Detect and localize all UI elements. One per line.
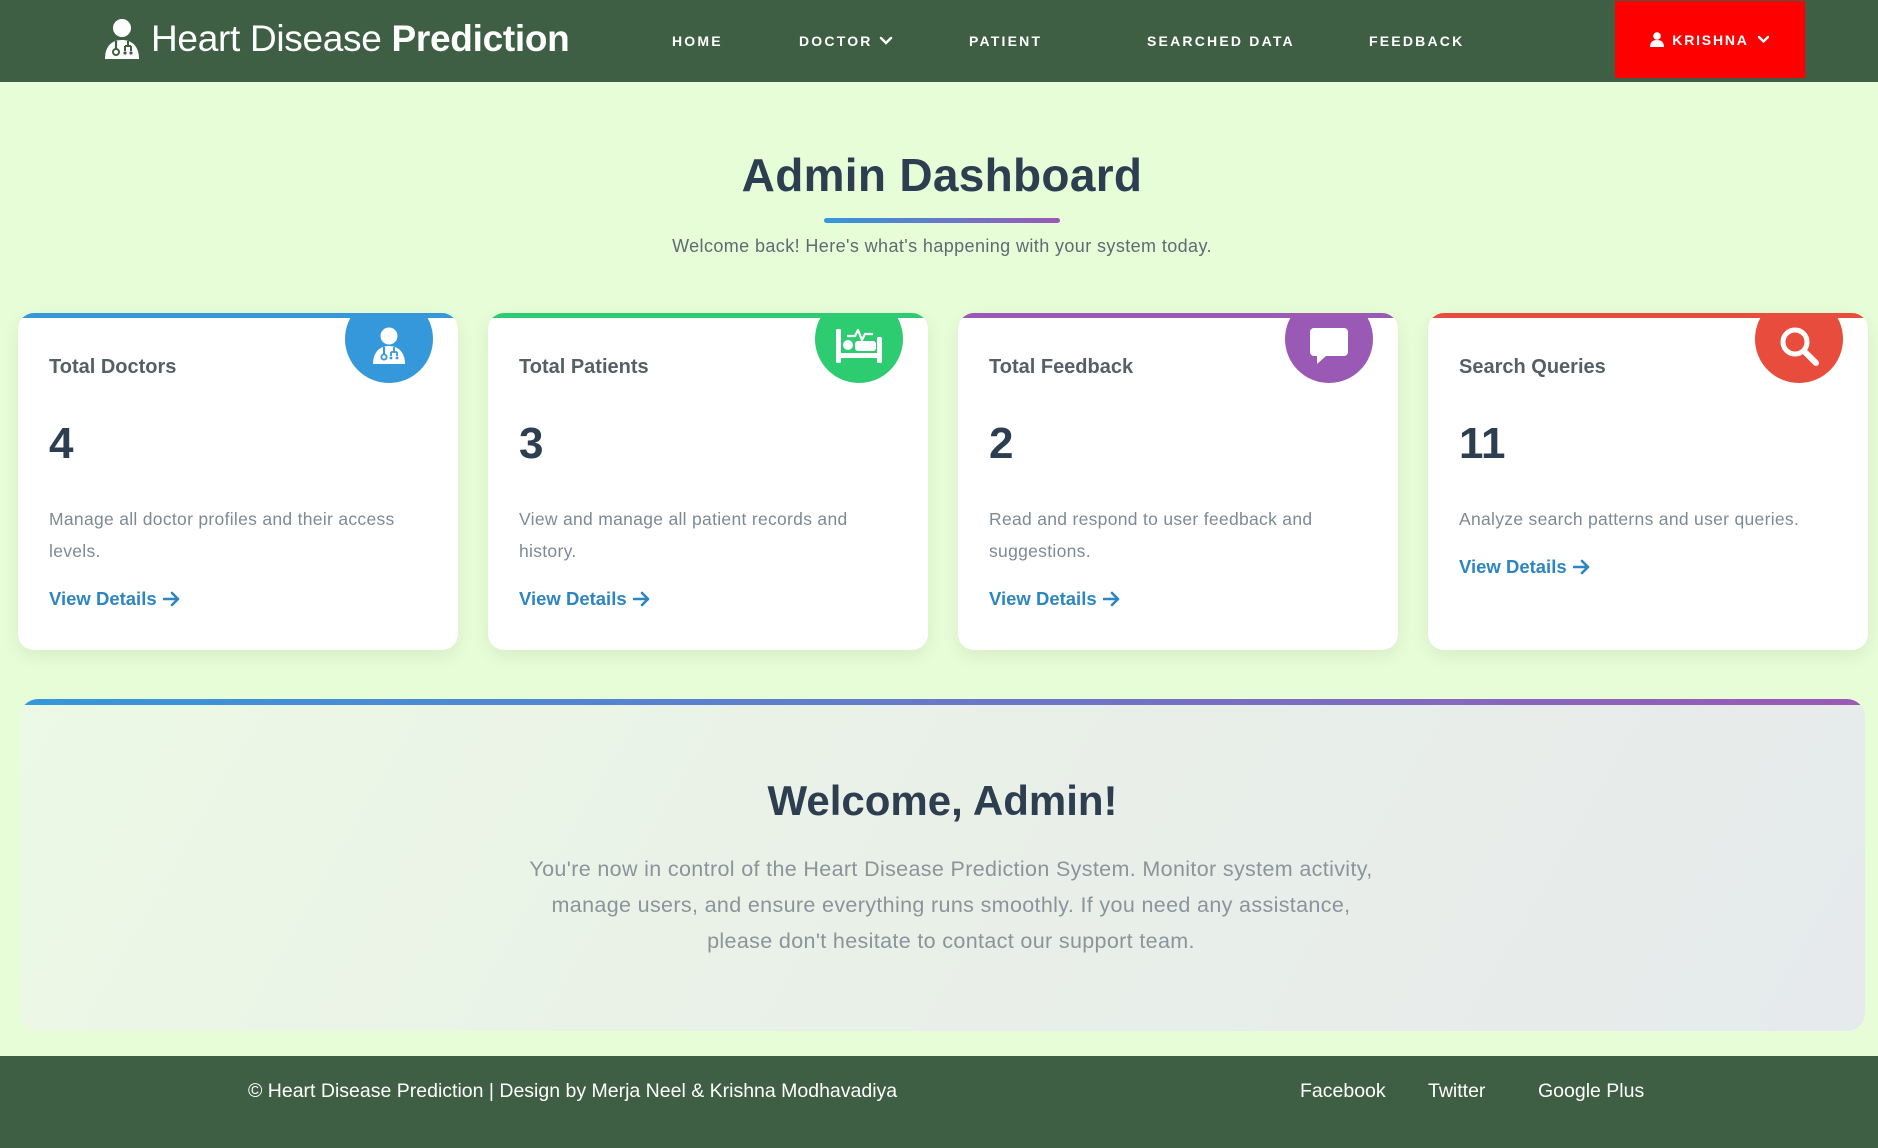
footer-link-facebook[interactable]: Facebook <box>1300 1080 1386 1103</box>
nav-feedback[interactable]: FEEDBACK <box>1369 28 1464 54</box>
card-value: 11 <box>1459 419 1506 468</box>
footer-link-google-plus[interactable]: Google Plus <box>1538 1080 1644 1103</box>
comment-icon <box>1285 313 1373 383</box>
view-details-label: View Details <box>1459 556 1567 577</box>
nav-feedback-label: FEEDBACK <box>1369 33 1465 49</box>
patient-bed-icon <box>815 313 903 383</box>
brand-title-bold: Prediction <box>391 18 570 59</box>
card-value: 3 <box>519 419 544 468</box>
user-name: KRISHNA <box>1672 31 1749 48</box>
footer: © Heart Disease Prediction | Design by M… <box>0 1056 1878 1148</box>
card-total-feedback: Total Feedback 2 Read and respond to use… <box>958 313 1398 650</box>
footer-link-twitter[interactable]: Twitter <box>1428 1080 1485 1103</box>
user-menu-button[interactable]: KRISHNA <box>1615 1 1805 78</box>
card-description: Manage all doctor profiles and their acc… <box>49 509 395 561</box>
view-details-link[interactable]: View Details <box>989 588 1121 610</box>
nav-doctor-dropdown[interactable]: DOCTOR <box>799 28 893 54</box>
page-subtitle: Welcome back! Here's what's happening wi… <box>672 236 1212 256</box>
doctor-logo-icon <box>103 18 141 60</box>
chevron-down-icon <box>879 36 892 45</box>
arrow-right-icon <box>162 591 179 607</box>
card-label: Total Doctors <box>49 356 177 378</box>
view-details-label: View Details <box>519 588 627 609</box>
arrow-right-icon <box>632 591 649 607</box>
brand-logo-link[interactable]: Heart Disease Prediction <box>103 14 570 64</box>
card-description: Analyze search patterns and user queries… <box>1459 509 1800 529</box>
card-total-patients: Total Patients 3 View and manage all pat… <box>488 313 928 650</box>
top-navbar: Heart Disease Prediction HOME DOCTOR PATI… <box>0 0 1878 82</box>
card-label: Search Queries <box>1459 356 1606 378</box>
card-value: 4 <box>49 419 74 468</box>
card-label: Total Patients <box>519 356 649 378</box>
arrow-right-icon <box>1572 559 1589 575</box>
card-total-doctors: Total Doctors 4 Manage all doctor profil… <box>18 313 458 650</box>
welcome-panel: Welcome, Admin! You're now in control of… <box>20 699 1865 1031</box>
card-search-queries: Search Queries 11 Analyze search pattern… <box>1428 313 1868 650</box>
card-description: Read and respond to user feedback and su… <box>989 509 1313 561</box>
nav-searched-data[interactable]: SEARCHED DATA <box>1147 28 1295 54</box>
view-details-label: View Details <box>49 588 157 609</box>
arrow-right-icon <box>1102 591 1119 607</box>
title-underline <box>824 218 1060 223</box>
doctor-icon <box>345 313 433 383</box>
view-details-link[interactable]: View Details <box>519 588 651 610</box>
nav-doctor-label: DOCTOR <box>799 33 873 49</box>
nav-home[interactable]: HOME <box>672 28 723 54</box>
view-details-link[interactable]: View Details <box>1459 556 1591 578</box>
view-details-link[interactable]: View Details <box>49 588 181 610</box>
brand-title: Heart Disease Prediction <box>151 18 570 60</box>
nav-patient[interactable]: PATIENT <box>969 28 1042 54</box>
chevron-down-icon <box>1757 35 1769 44</box>
search-icon <box>1755 313 1843 383</box>
welcome-title: Welcome, Admin! <box>767 777 1118 824</box>
brand-title-light: Heart Disease <box>151 18 382 59</box>
nav-patient-label: PATIENT <box>969 33 1043 49</box>
card-value: 2 <box>989 419 1014 468</box>
footer-copyright: © Heart Disease Prediction | Design by M… <box>248 1080 898 1102</box>
nav-home-label: HOME <box>672 33 723 49</box>
user-icon <box>1650 32 1665 47</box>
welcome-accent-bar <box>20 699 1865 705</box>
welcome-text: You're now in control of the Heart Disea… <box>529 857 1373 953</box>
card-description: View and manage all patient records and … <box>519 509 848 561</box>
view-details-label: View Details <box>989 588 1097 609</box>
page-title: Admin Dashboard <box>741 149 1143 201</box>
card-label: Total Feedback <box>989 356 1134 378</box>
nav-searched-data-label: SEARCHED DATA <box>1147 33 1295 49</box>
